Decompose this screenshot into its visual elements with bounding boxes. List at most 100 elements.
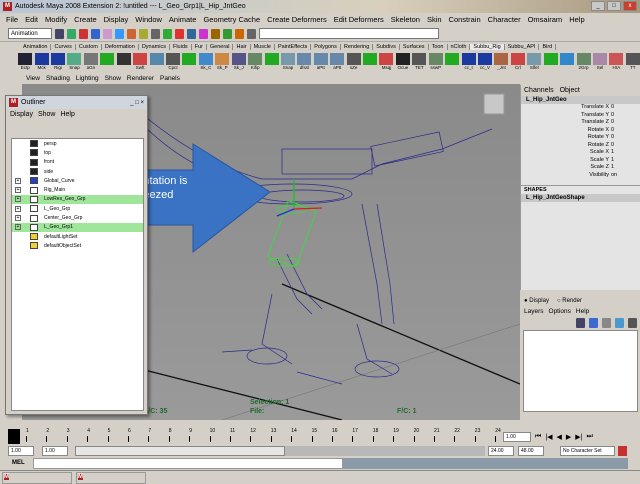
status-tool-icon[interactable]	[175, 28, 184, 39]
shelf-button[interactable]	[445, 53, 460, 71]
status-tool-icon[interactable]	[199, 28, 208, 39]
outliner-item[interactable]: defaultLightSet	[12, 232, 143, 241]
shelf-button[interactable]	[264, 53, 279, 71]
shelf-tab-deformation[interactable]: Deformation	[102, 44, 139, 50]
step-back-button[interactable]: |◀	[545, 433, 552, 441]
shelf-tab-custom[interactable]: Custom	[76, 44, 102, 50]
panel-menu-renderer[interactable]: Renderer	[127, 75, 154, 82]
display-radio[interactable]: ● Display	[524, 298, 549, 304]
layer-icon[interactable]	[589, 318, 598, 328]
status-tool-icon[interactable]	[211, 28, 220, 39]
status-tool-icon[interactable]	[115, 28, 124, 39]
shelf-tab-general[interactable]: General	[207, 44, 234, 50]
shelf-button[interactable]: Mck	[34, 53, 49, 71]
outliner-window-buttons[interactable]: _ □ ×	[130, 100, 144, 106]
shelf-button[interactable]: Ocue	[395, 53, 410, 71]
shelf-tab-bird[interactable]: Bird	[539, 44, 557, 50]
shelf-button[interactable]: Sel	[592, 53, 607, 71]
outliner-item[interactable]: + Global_Curve	[12, 176, 143, 185]
channel-attribute[interactable]: Visibility on	[521, 172, 640, 180]
go-start-button[interactable]: ⏮	[535, 433, 541, 441]
status-tool-icon[interactable]	[139, 28, 148, 39]
shelf-tab-fur[interactable]: Fur	[192, 44, 207, 50]
shelf-button[interactable]: sswP	[428, 53, 443, 71]
shape-name[interactable]: L_Hip_JntGeoShape	[521, 194, 640, 202]
close-button[interactable]: x	[623, 1, 637, 11]
shelf-button[interactable]: HrA	[609, 53, 624, 71]
outliner-item[interactable]: top	[12, 148, 143, 157]
outliner-menu-display[interactable]: Display	[10, 111, 33, 118]
status-tool-icon[interactable]	[163, 28, 172, 39]
status-tool-icon[interactable]	[127, 28, 136, 39]
shelf-button[interactable]: Ectp	[18, 53, 33, 71]
shelf-button[interactable]: dfssl	[297, 53, 312, 71]
shelf-button[interactable]: cc_V	[478, 53, 493, 71]
maximize-button[interactable]: □	[607, 1, 621, 11]
menu-skeleton[interactable]: Skeleton	[391, 15, 420, 24]
outliner-item[interactable]: + Center_Geo_Grp	[12, 213, 143, 222]
shelf-tab-polygons[interactable]: Polygons	[311, 44, 341, 50]
outliner-item[interactable]: front	[12, 158, 143, 167]
menu-constrain[interactable]: Constrain	[449, 15, 481, 24]
menu-display[interactable]: Display	[104, 15, 129, 24]
channel-attribute[interactable]: Scale Z1	[521, 164, 640, 172]
go-end-button[interactable]: ⏭	[587, 433, 593, 441]
menu-create[interactable]: Create	[74, 15, 97, 24]
minimize-button[interactable]: _	[591, 1, 605, 11]
outliner-item[interactable]: + LowRes_Geo_Grp	[12, 194, 143, 205]
shelf-button[interactable]: aPtt	[330, 53, 345, 71]
channels-menu[interactable]: Channels	[524, 87, 554, 94]
shelf-tab-surfaces[interactable]: Surfaces	[400, 44, 429, 50]
outliner-item[interactable]: side	[12, 167, 143, 176]
minimized-window[interactable]: M	[2, 472, 72, 484]
layer-icon[interactable]	[615, 318, 624, 328]
playback-start-field[interactable]: 1.00	[42, 446, 68, 456]
expand-icon[interactable]: +	[15, 187, 21, 194]
attribute-value[interactable]: 0	[611, 112, 614, 120]
outliner-menu-help[interactable]: Help	[60, 111, 74, 118]
shelf-button[interactable]: TET	[412, 53, 427, 71]
attribute-value[interactable]: 1	[611, 149, 614, 157]
end-time-field[interactable]: 48.00	[518, 446, 544, 456]
expand-icon[interactable]: +	[15, 215, 21, 222]
shelf-button[interactable]: Sk_C	[198, 53, 213, 71]
layer-list[interactable]	[523, 330, 638, 412]
outliner-item[interactable]: + L_Geo_Grp	[12, 204, 143, 213]
status-tool-icon[interactable]	[67, 28, 76, 39]
menu-file[interactable]: File	[6, 15, 18, 24]
menu-set-dropdown[interactable]: Animation	[8, 28, 52, 39]
shelf-button[interactable]: Swft	[133, 53, 148, 71]
shelf-tab-dynamics[interactable]: Dynamics	[139, 44, 170, 50]
expand-icon[interactable]: +	[15, 196, 21, 203]
menu-window[interactable]: Window	[135, 15, 162, 24]
shelf-tab-hair[interactable]: Hair	[233, 44, 251, 50]
channel-attribute[interactable]: Scale X1	[521, 149, 640, 157]
shelf-tab-animation[interactable]: Animation	[20, 44, 52, 50]
minimized-window[interactable]: M	[76, 472, 146, 484]
channel-attribute[interactable]: Rotate X0	[521, 127, 640, 135]
shelf-button[interactable]: cc_t	[461, 53, 476, 71]
character-set-dropdown[interactable]: No Character Set	[560, 446, 615, 456]
channel-attribute[interactable]: Scale Y1	[521, 157, 640, 165]
shelf-button[interactable]	[100, 53, 115, 71]
outliner-list[interactable]: persp top front side + Global_Curve + Rig_Main +…	[11, 138, 144, 411]
attribute-value[interactable]: on	[611, 172, 617, 180]
shelf-button[interactable]: Msqj	[379, 53, 394, 71]
channel-attribute[interactable]: Translate Y0	[521, 112, 640, 120]
shelf-button[interactable]: TT	[625, 53, 640, 71]
shelf-button[interactable]: aPtt	[313, 53, 328, 71]
shelf-button[interactable]	[116, 53, 131, 71]
shelf-tab-subdivs[interactable]: Subdivs	[373, 44, 400, 50]
object-menu[interactable]: Object	[560, 87, 580, 94]
menu-modify[interactable]: Modify	[45, 15, 67, 24]
time-slider[interactable]: 1 2 3 4 5 6 7 8 9 10 11 12 13 14 15 16 17 18 19 20 21 22 23 24	[0, 428, 520, 445]
expand-icon[interactable]: +	[15, 205, 21, 212]
shelf-button[interactable]: 2Grp	[576, 53, 591, 71]
channel-attribute[interactable]: Translate X0	[521, 104, 640, 112]
status-tool-icon[interactable]	[187, 28, 196, 39]
status-tool-icon[interactable]	[247, 28, 256, 39]
step-forward-button[interactable]: ▶|	[575, 433, 582, 441]
menu-edit-deformers[interactable]: Edit Deformers	[334, 15, 384, 24]
attribute-value[interactable]: 1	[611, 164, 614, 172]
start-time-field[interactable]: 1.00	[8, 446, 34, 456]
